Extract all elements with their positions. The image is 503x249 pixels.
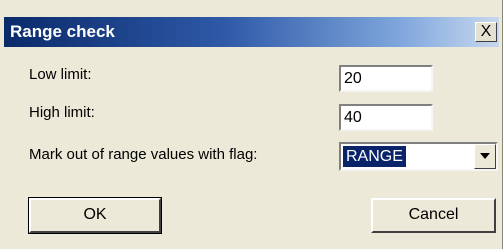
range-check-dialog: Range check X Low limit: High limit: Mar… [0,0,503,249]
flag-dropdown-button[interactable] [474,144,496,169]
close-button[interactable]: X [475,22,497,42]
flag-select[interactable]: RANGE [339,142,498,171]
low-limit-input[interactable] [339,65,433,92]
flag-select-value: RANGE [343,146,406,167]
high-limit-input[interactable] [339,104,433,131]
high-limit-label: High limit: [29,104,95,121]
low-limit-label: Low limit: [29,66,92,83]
close-icon: X [480,23,492,40]
cancel-button[interactable]: Cancel [371,198,496,233]
dialog-title: Range check [10,22,115,41]
title-bar[interactable]: Range check X [4,17,499,47]
ok-button[interactable]: OK [28,197,162,234]
chevron-down-icon [480,153,490,159]
flag-label: Mark out of range values with flag: [29,146,258,163]
